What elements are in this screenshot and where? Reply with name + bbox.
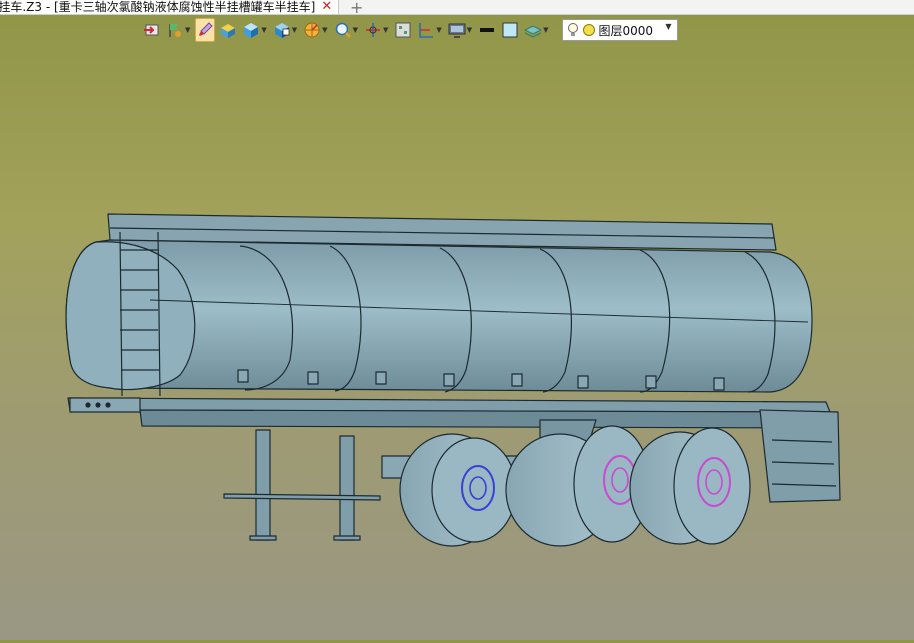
cube-button[interactable]: ▼ — [241, 18, 268, 42]
fit-button[interactable] — [393, 18, 413, 42]
monitor-icon — [448, 23, 466, 38]
line-weight-button[interactable] — [477, 18, 497, 42]
new-tab-icon[interactable]: + — [350, 0, 363, 17]
zoom-icon — [335, 22, 351, 38]
chevron-down-icon[interactable]: ▼ — [665, 22, 671, 31]
wheel-set-3 — [629, 427, 751, 545]
wheel-set-1 — [399, 433, 517, 547]
landing-gear — [223, 429, 381, 541]
close-icon[interactable]: ✕ — [321, 0, 332, 14]
color-swatch-button[interactable] — [500, 18, 520, 42]
wheel-set-2 — [505, 425, 651, 547]
layer-stack-button[interactable]: ▼ — [523, 18, 550, 42]
shaded-cube-button[interactable]: ▼ — [272, 18, 299, 42]
bulb-icon — [567, 23, 578, 36]
fit-icon — [395, 22, 411, 38]
plane-button[interactable]: ▼ — [416, 18, 443, 42]
box-icon — [221, 24, 236, 38]
rear-step-assembly — [759, 409, 841, 503]
shaded-cube-icon — [274, 23, 290, 38]
3d-viewport[interactable] — [0, 45, 914, 640]
flag-icon — [169, 24, 181, 37]
color-swatch-icon — [502, 22, 518, 38]
layer-select-value: 图层0000 — [598, 23, 654, 38]
layer-select[interactable]: 图层0000 ▼ — [561, 19, 678, 41]
tanker-trailer-model — [65, 213, 841, 547]
import-icon — [144, 24, 159, 36]
document-tab[interactable]: -挂车.Z3 - [重卡三轴次氯酸钠液体腐蚀性半挂槽罐车半挂车] ✕ — [0, 0, 340, 14]
document-tab-title: -挂车.Z3 - [重卡三轴次氯酸钠液体腐蚀性半挂槽罐车半挂车] — [0, 0, 316, 14]
import-button[interactable] — [142, 18, 162, 42]
box-button[interactable] — [218, 18, 238, 42]
layer-stack-icon — [524, 25, 543, 38]
axis-icon — [365, 23, 380, 37]
cube-icon — [244, 23, 259, 38]
orient-button[interactable]: ▼ — [302, 18, 329, 42]
zoom-button[interactable]: ▼ — [333, 18, 360, 42]
axis-button[interactable]: ▼ — [363, 18, 390, 42]
brush-button[interactable] — [195, 18, 216, 42]
flag-button[interactable]: ▼ — [165, 18, 192, 42]
tab-bar: -挂车.Z3 - [重卡三轴次氯酸钠液体腐蚀性半挂槽罐车半挂车] ✕ + — [0, 0, 914, 17]
view-toolbar: ▼ ▼ ▼ ▼ ▼ ▼ ▼ ▼ ▼ 图层0000 ▼ — [142, 17, 678, 43]
brush-icon — [199, 22, 214, 36]
line-weight-icon — [480, 28, 495, 32]
plane-icon — [419, 23, 434, 38]
orient-icon — [304, 22, 320, 38]
monitor-button[interactable]: ▼ — [447, 18, 474, 42]
layer-dot-icon — [582, 24, 595, 36]
